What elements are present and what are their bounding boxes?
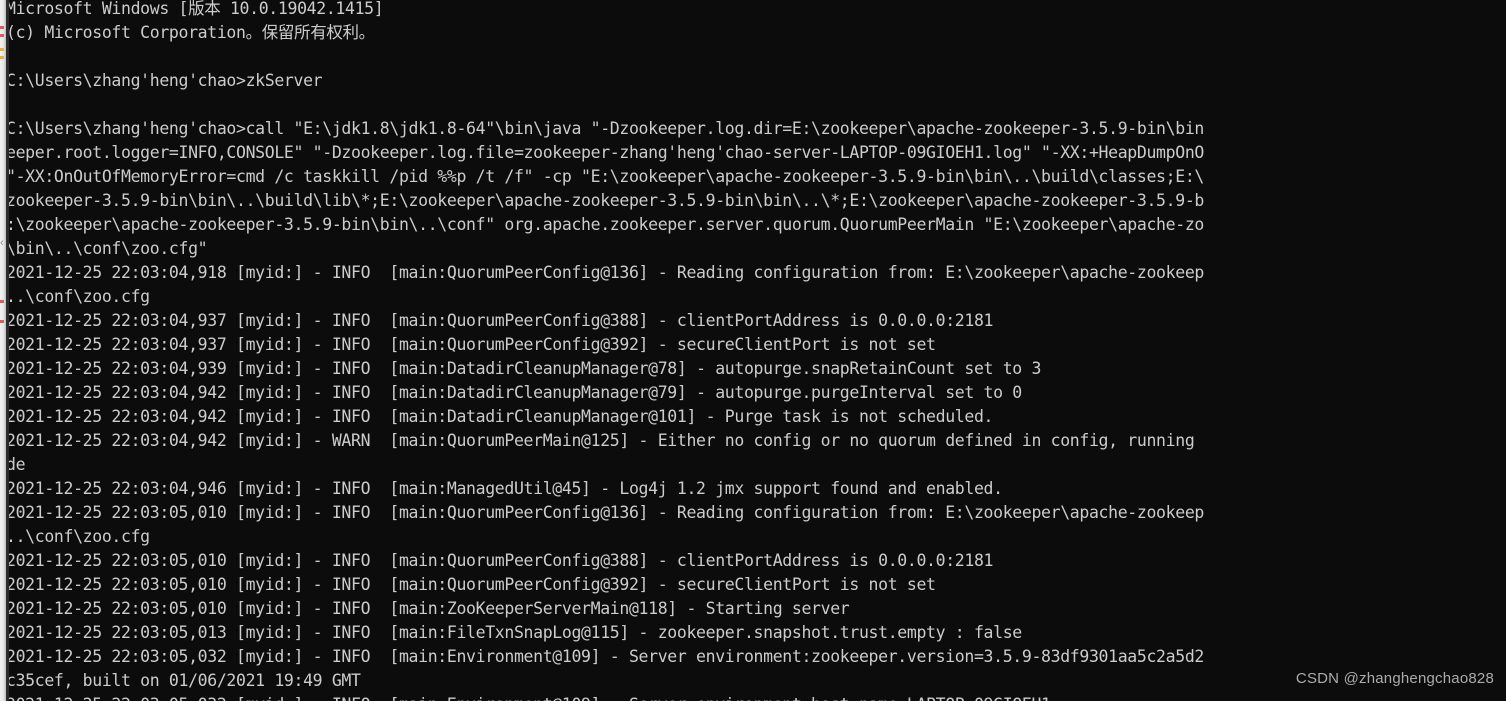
terminal-line: de xyxy=(9,455,26,474)
terminal-line: Microsoft Windows [版本 10.0.19042.1415] xyxy=(9,0,384,18)
screen-root: ‹ Microsoft Windows [版本 10.0.19042.1415]… xyxy=(0,0,1506,701)
scrollbar-marker xyxy=(0,56,4,59)
terminal-line: 2021-12-25 22:03:05,010 [myid:] - INFO [… xyxy=(9,575,936,594)
terminal-line: zookeeper-3.5.9-bin\bin\..\build\lib\*;E… xyxy=(9,191,1204,210)
terminal-line: 2021-12-25 22:03:05,010 [myid:] - INFO [… xyxy=(9,551,994,570)
terminal-line: 2021-12-25 22:03:04,942 [myid:] - INFO [… xyxy=(9,407,994,426)
terminal-line: 2021-12-25 22:03:04,946 [myid:] - INFO [… xyxy=(9,479,1003,498)
terminal-line: 2021-12-25 22:03:04,918 [myid:] - INFO [… xyxy=(9,263,1204,282)
scrollbar-marker xyxy=(0,48,4,51)
scrollbar-marker xyxy=(0,320,4,323)
terminal-line: "-XX:OnOutOfMemoryError=cmd /c taskkill … xyxy=(9,167,1204,186)
terminal-line: 2021-12-25 22:03:05,032 [myid:] - INFO [… xyxy=(9,647,1204,666)
terminal-line: \bin\..\conf\zoo.cfg" xyxy=(9,239,208,258)
terminal-line: 2021-12-25 22:03:04,937 [myid:] - INFO [… xyxy=(9,335,936,354)
csdn-watermark: CSDN @zhanghengchao828 xyxy=(1295,670,1494,687)
terminal-line: 2021-12-25 22:03:05,010 [myid:] - INFO [… xyxy=(9,503,1204,522)
terminal-line: 2021-12-25 22:03:04,942 [myid:] - WARN [… xyxy=(9,431,1195,450)
terminal-line: (c) Microsoft Corporation。保留所有权利。 xyxy=(9,23,375,42)
background-window-sliver: ‹ xyxy=(0,0,9,701)
terminal-line: 2021-12-25 22:03:04,937 [myid:] - INFO [… xyxy=(9,311,994,330)
chevron-left-icon[interactable]: ‹ xyxy=(0,236,6,250)
terminal-line: 2021-12-25 22:03:05,010 [myid:] - INFO [… xyxy=(9,599,850,618)
terminal-line: 2021-12-25 22:03:04,939 [myid:] - INFO [… xyxy=(9,359,1042,378)
terminal-output: Microsoft Windows [版本 10.0.19042.1415] (c… xyxy=(9,0,1506,701)
terminal-line: 2021-12-25 22:03:05,032 [myid:] - INFO [… xyxy=(9,693,1506,701)
scrollbar-marker xyxy=(0,34,4,37)
terminal-line: C:\Users\zhang'heng'chao>zkServer xyxy=(9,71,323,90)
terminal-line: :\zookeeper\apache-zookeeper-3.5.9-bin\b… xyxy=(9,215,1204,234)
terminal-line: 2021-12-25 22:03:05,013 [myid:] - INFO [… xyxy=(9,623,1022,642)
terminal-line: eeper.root.logger=INFO,CONSOLE" "-Dzooke… xyxy=(9,143,1204,162)
terminal-line: c35cef, built on 01/06/2021 19:49 GMT xyxy=(9,671,361,690)
scrollbar-marker xyxy=(0,300,4,303)
terminal-line: C:\Users\zhang'heng'chao>call "E:\jdk1.8… xyxy=(9,119,1204,138)
ide-scrollbar-gutter[interactable] xyxy=(0,0,6,701)
scrollbar-marker xyxy=(0,26,4,29)
terminal-line: ..\conf\zoo.cfg xyxy=(9,527,150,546)
terminal-line: ..\conf\zoo.cfg xyxy=(9,287,150,306)
command-prompt-window[interactable]: Microsoft Windows [版本 10.0.19042.1415] (c… xyxy=(9,0,1506,701)
terminal-line: 2021-12-25 22:03:04,942 [myid:] - INFO [… xyxy=(9,383,1022,402)
